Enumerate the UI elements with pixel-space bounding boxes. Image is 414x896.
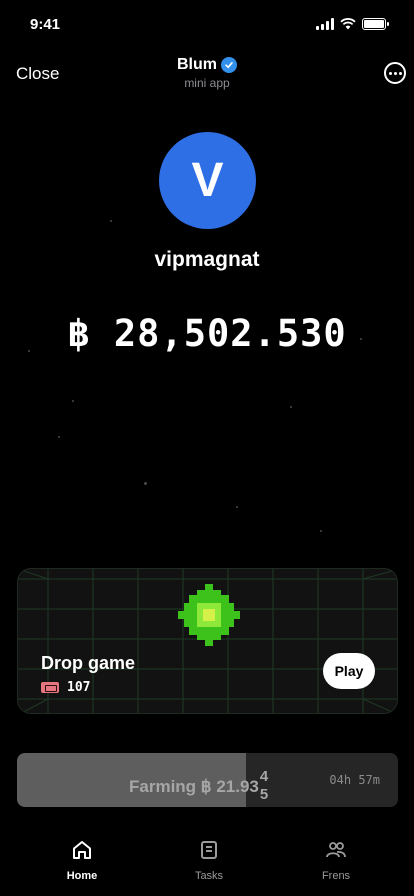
- header-title-block: Blum mini app: [0, 56, 414, 90]
- clover-gem-icon: [178, 584, 240, 646]
- ticket-count: 107: [67, 680, 91, 695]
- background-star: [110, 220, 112, 222]
- farming-progress[interactable]: Farming ฿ 21.93 4 5 04h 57m: [17, 753, 398, 807]
- background-star: [58, 436, 60, 438]
- background-star: [236, 506, 238, 508]
- frens-icon: [326, 842, 346, 858]
- farming-digit-top: 4: [259, 768, 269, 785]
- background-star: [72, 400, 74, 402]
- avatar-letter: V: [191, 154, 224, 207]
- status-time: 9:41: [30, 16, 61, 33]
- wifi-icon: [340, 18, 356, 30]
- tab-frens[interactable]: Frens: [291, 839, 381, 882]
- ticket-balance: 107: [41, 680, 90, 695]
- avatar: V: [159, 132, 256, 229]
- farming-digit-bottom: 5: [259, 786, 269, 803]
- main-content: V vipmagnat ฿ 28,502.530 Drop game 107 P…: [0, 100, 414, 835]
- play-button[interactable]: Play: [323, 653, 375, 689]
- drop-game-title: Drop game: [41, 653, 136, 673]
- app-title: Blum: [177, 56, 217, 73]
- tab-home-label: Home: [66, 870, 98, 882]
- background-star: [320, 530, 322, 532]
- signal-icon: [316, 18, 334, 30]
- home-icon: [73, 841, 91, 859]
- verified-badge-icon: [221, 57, 237, 73]
- status-bar: 9:41: [0, 0, 414, 48]
- farming-label: Farming ฿ 21.93 4 5: [129, 768, 268, 804]
- tab-tasks[interactable]: Tasks: [164, 839, 254, 882]
- background-star: [144, 482, 147, 485]
- mini-app-header: Close Blum mini app: [0, 48, 414, 100]
- drop-game-card[interactable]: Drop game 107 Play: [17, 568, 398, 714]
- ticket-icon: [41, 682, 59, 693]
- tab-home[interactable]: Home: [37, 839, 127, 882]
- tab-tasks-label: Tasks: [194, 870, 224, 882]
- tab-frens-label: Frens: [321, 870, 351, 882]
- tasks-icon: [201, 841, 217, 859]
- farming-rolling-digit: 4 5: [260, 768, 268, 804]
- app-subtitle: mini app: [184, 76, 230, 90]
- farming-amount: Farming ฿ 21.93: [129, 777, 259, 796]
- more-options-icon[interactable]: [384, 62, 406, 84]
- username: vipmagnat: [154, 248, 260, 271]
- bottom-tab-bar: Home Tasks Frens: [0, 835, 414, 896]
- background-star: [290, 406, 292, 408]
- battery-icon: [362, 18, 389, 30]
- farming-timer: 04h 57m: [329, 773, 380, 787]
- status-icons: [316, 18, 389, 30]
- balance-amount: ฿ 28,502.530: [67, 312, 347, 355]
